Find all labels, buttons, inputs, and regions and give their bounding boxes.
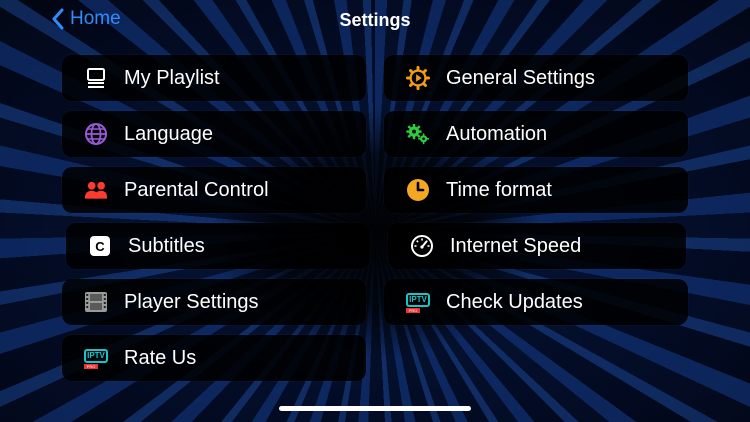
menu-item-rate-us[interactable]: IPTV PRO Rate Us bbox=[62, 335, 366, 381]
playlist-icon bbox=[84, 66, 108, 90]
menu-item-label: Rate Us bbox=[124, 346, 197, 369]
menu-item-label: Check Updates bbox=[446, 290, 583, 313]
menu-item-player-settings[interactable]: Player Settings bbox=[62, 279, 366, 325]
clock-icon bbox=[406, 178, 430, 202]
menu-item-label: Player Settings bbox=[124, 290, 259, 313]
menu-item-label: Time format bbox=[446, 178, 552, 201]
menu-item-my-playlist[interactable]: My Playlist bbox=[62, 55, 366, 101]
iptv-icon: IPTV PRO bbox=[84, 346, 108, 370]
menu-item-automation[interactable]: Automation bbox=[384, 111, 688, 157]
nav-bar: Home Settings bbox=[0, 0, 750, 42]
menu-item-general-settings[interactable]: General Settings bbox=[384, 55, 688, 101]
subtitles-icon: C bbox=[88, 234, 112, 258]
iptv-icon-text: IPTV bbox=[406, 293, 430, 307]
iptv-icon: IPTV PRO bbox=[406, 290, 430, 314]
menu-item-label: Language bbox=[124, 122, 213, 145]
menu-item-label: Automation bbox=[446, 122, 548, 145]
menu-item-label: General Settings bbox=[446, 66, 595, 89]
menu-item-language[interactable]: Language bbox=[62, 111, 366, 157]
menu-item-internet-speed[interactable]: Internet Speed bbox=[388, 223, 686, 269]
menu-item-time-format[interactable]: Time format bbox=[384, 167, 688, 213]
iptv-icon-text: IPTV bbox=[84, 349, 108, 363]
home-indicator[interactable] bbox=[279, 406, 471, 411]
iptv-badge: PRO bbox=[406, 308, 420, 313]
gears-icon bbox=[406, 122, 430, 146]
gear-icon bbox=[406, 65, 430, 91]
menu-item-check-updates[interactable]: IPTV PRO Check Updates bbox=[384, 279, 688, 325]
menu-item-parental-control[interactable]: Parental Control bbox=[62, 167, 366, 213]
film-icon bbox=[84, 290, 108, 314]
speedometer-icon bbox=[410, 234, 434, 258]
subtitles-icon-letter: C bbox=[90, 236, 110, 256]
users-icon bbox=[84, 178, 108, 202]
globe-icon bbox=[84, 122, 108, 146]
page-title: Settings bbox=[339, 10, 411, 30]
menu-item-label: Internet Speed bbox=[450, 234, 582, 257]
menu-item-label: My Playlist bbox=[124, 66, 220, 89]
menu-item-label: Subtitles bbox=[128, 234, 205, 257]
menu-item-label: Parental Control bbox=[124, 178, 269, 201]
menu-item-subtitles[interactable]: C Subtitles bbox=[66, 223, 370, 269]
iptv-badge: PRO bbox=[84, 364, 98, 369]
